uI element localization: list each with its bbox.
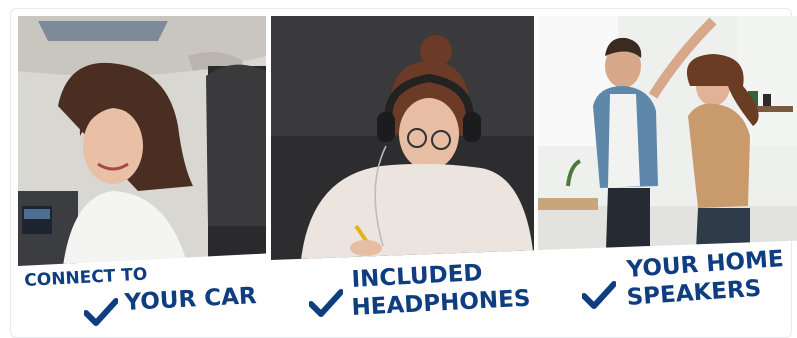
headphones-caption-line1: INCLUDED — [350, 260, 484, 293]
car-caption-line2: YOUR CAR — [123, 283, 258, 316]
check-icon — [582, 281, 616, 309]
home-photo — [538, 16, 797, 250]
check-icon — [309, 289, 343, 317]
headphones-photo — [271, 16, 534, 260]
check-icon — [84, 298, 118, 326]
car-caption-line1: CONNECT TO — [23, 264, 148, 291]
car-photo — [18, 16, 266, 266]
home-caption-line2: SPEAKERS — [625, 275, 763, 311]
feature-banner: CONNECT TO YOUR CAR INCLUDED HEADPHONES … — [0, 0, 797, 338]
home-caption-line1: YOUR HOME — [625, 246, 785, 283]
headphones-caption-line2: HEADPHONES — [350, 285, 532, 321]
